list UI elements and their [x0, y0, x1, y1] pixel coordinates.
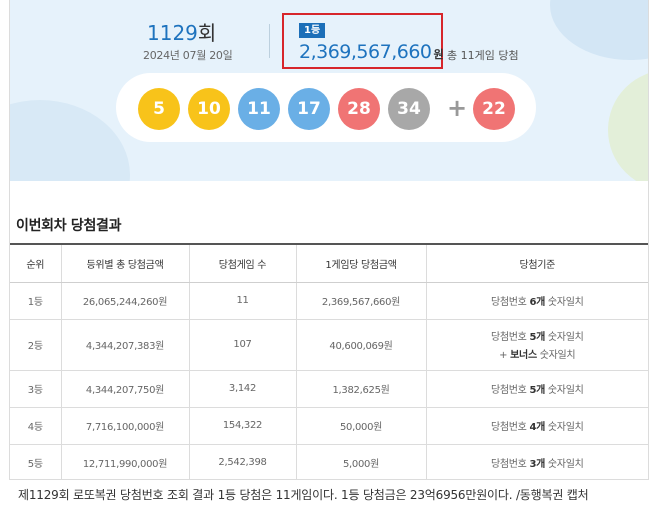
- decorative-blob: [608, 70, 648, 181]
- draw-date: 2024년 07월 20일: [143, 49, 233, 62]
- first-prize-amount-value: 2,369,567,660: [299, 41, 432, 63]
- prize-results-table: 순위 등위별 총 당첨금액 당첨게임 수 1게임당 당첨금액 당첨기준 1등 2…: [10, 243, 649, 479]
- criteria-text: 당첨번호: [490, 459, 530, 470]
- column-header: 당첨게임 수: [189, 243, 297, 283]
- draw-number: 1129회: [147, 17, 216, 46]
- bonus-label: 보너스: [510, 350, 537, 361]
- rank-cell: 3등: [10, 370, 62, 408]
- per-game-prize-cell: 5,000원: [296, 444, 427, 479]
- total-prize-cell: 26,065,244,260원: [61, 282, 190, 320]
- number-ball: 10: [188, 88, 230, 130]
- per-game-prize-cell: 50,000원: [296, 407, 427, 445]
- winning-games-cell: 2,542,398: [189, 444, 297, 479]
- draw-number-value: 1129: [147, 21, 198, 45]
- rank-cell: 4등: [10, 407, 62, 445]
- table-row: 2등 4,344,207,383원 107 40,600,069원 당첨번호 5…: [10, 319, 649, 371]
- criteria-text: 당첨번호: [490, 297, 530, 308]
- criteria-cell: 당첨번호 5개 숫자일치 + 보너스 숫자일치: [426, 319, 649, 371]
- winning-games-cell: 154,322: [189, 407, 297, 445]
- number-ball: 34: [388, 88, 430, 130]
- criteria-count: 6개: [529, 297, 546, 308]
- total-prize-cell: 4,344,207,750원: [61, 370, 190, 408]
- bonus-criteria-prefix: +: [499, 350, 511, 361]
- column-header: 1게임당 당첨금액: [296, 243, 427, 283]
- total-prize-cell: 4,344,207,383원: [61, 319, 190, 371]
- winning-games-total: 총 11게임 당첨: [447, 49, 519, 62]
- criteria-text: 숫자일치: [545, 385, 584, 396]
- bonus-criteria: + 보너스 숫자일치: [427, 346, 649, 361]
- first-prize-amount: 2,369,567,660 원: [299, 41, 444, 63]
- table-row: 5등 12,711,990,000원 2,542,398 5,000원 당첨번호…: [10, 444, 648, 479]
- criteria-text: 숫자일치: [545, 459, 584, 470]
- winning-games-cell: 107: [189, 319, 297, 371]
- winning-games-cell: 11: [189, 282, 297, 320]
- criteria-text: 숫자일치: [545, 297, 584, 308]
- bonus-criteria-text: 숫자일치: [536, 350, 576, 361]
- draw-number-suffix: 회: [197, 21, 217, 45]
- bonus-ball: 22: [473, 88, 515, 130]
- number-ball: 28: [338, 88, 380, 130]
- number-ball: 17: [288, 88, 330, 130]
- table-row: 1등 26,065,244,260원 11 2,369,567,660원 당첨번…: [10, 282, 648, 320]
- criteria-count: 5개: [529, 332, 546, 343]
- criteria-count: 3개: [529, 459, 546, 470]
- decorative-blob: [10, 100, 130, 181]
- currency-unit: 원: [433, 48, 444, 61]
- rank-cell: 2등: [10, 319, 62, 371]
- column-header: 등위별 총 당첨금액: [61, 243, 190, 283]
- criteria-text: 숫자일치: [545, 332, 584, 343]
- table-row: 4등 7,716,100,000원 154,322 50,000원 당첨번호 4…: [10, 407, 648, 445]
- criteria-count: 5개: [529, 385, 546, 396]
- number-ball: 11: [238, 88, 280, 130]
- plus-icon: +: [447, 94, 468, 122]
- lotto-result-panel: 1129회 2024년 07월 20일 1등 2,369,567,660 원 총 …: [9, 0, 649, 480]
- per-game-prize-cell: 1,382,625원: [296, 370, 427, 408]
- number-ball: 5: [138, 88, 180, 130]
- total-prize-cell: 12,711,990,000원: [61, 444, 190, 479]
- per-game-prize-cell: 40,600,069원: [296, 319, 427, 371]
- criteria-cell: 당첨번호 6개 숫자일치: [426, 282, 648, 320]
- criteria-text: 당첨번호: [490, 422, 530, 433]
- photo-caption: 제1129회 로또복권 당첨번호 조회 결과 1등 당첨은 11게임이다. 1등…: [18, 488, 589, 502]
- column-header: 순위: [10, 243, 62, 283]
- draw-summary-banner: 1129회 2024년 07월 20일 1등 2,369,567,660 원 총 …: [10, 0, 648, 181]
- first-prize-highlight: 1등 2,369,567,660 원: [282, 13, 444, 69]
- criteria-text: 당첨번호: [490, 385, 530, 396]
- criteria-text: 당첨번호: [490, 332, 530, 343]
- table-header-row: 순위 등위별 총 당첨금액 당첨게임 수 1게임당 당첨금액 당첨기준: [10, 243, 648, 283]
- first-prize-badge: 1등: [299, 23, 326, 38]
- criteria-count: 4개: [529, 422, 546, 433]
- table-row: 3등 4,344,207,750원 3,142 1,382,625원 당첨번호 …: [10, 370, 648, 408]
- rank-cell: 1등: [10, 282, 62, 320]
- criteria-cell: 당첨번호 3개 숫자일치: [426, 444, 648, 479]
- section-title: 이번회차 당첨결과: [16, 218, 122, 234]
- criteria-cell: 당첨번호 4개 숫자일치: [426, 407, 648, 445]
- vertical-divider: [269, 24, 270, 58]
- criteria-text: 숫자일치: [545, 422, 584, 433]
- criteria-cell: 당첨번호 5개 숫자일치: [426, 370, 648, 408]
- per-game-prize-cell: 2,369,567,660원: [296, 282, 427, 320]
- rank-cell: 5등: [10, 444, 62, 479]
- decorative-blob: [550, 0, 648, 60]
- total-prize-cell: 7,716,100,000원: [61, 407, 190, 445]
- winning-games-cell: 3,142: [189, 370, 297, 408]
- column-header: 당첨기준: [426, 243, 648, 283]
